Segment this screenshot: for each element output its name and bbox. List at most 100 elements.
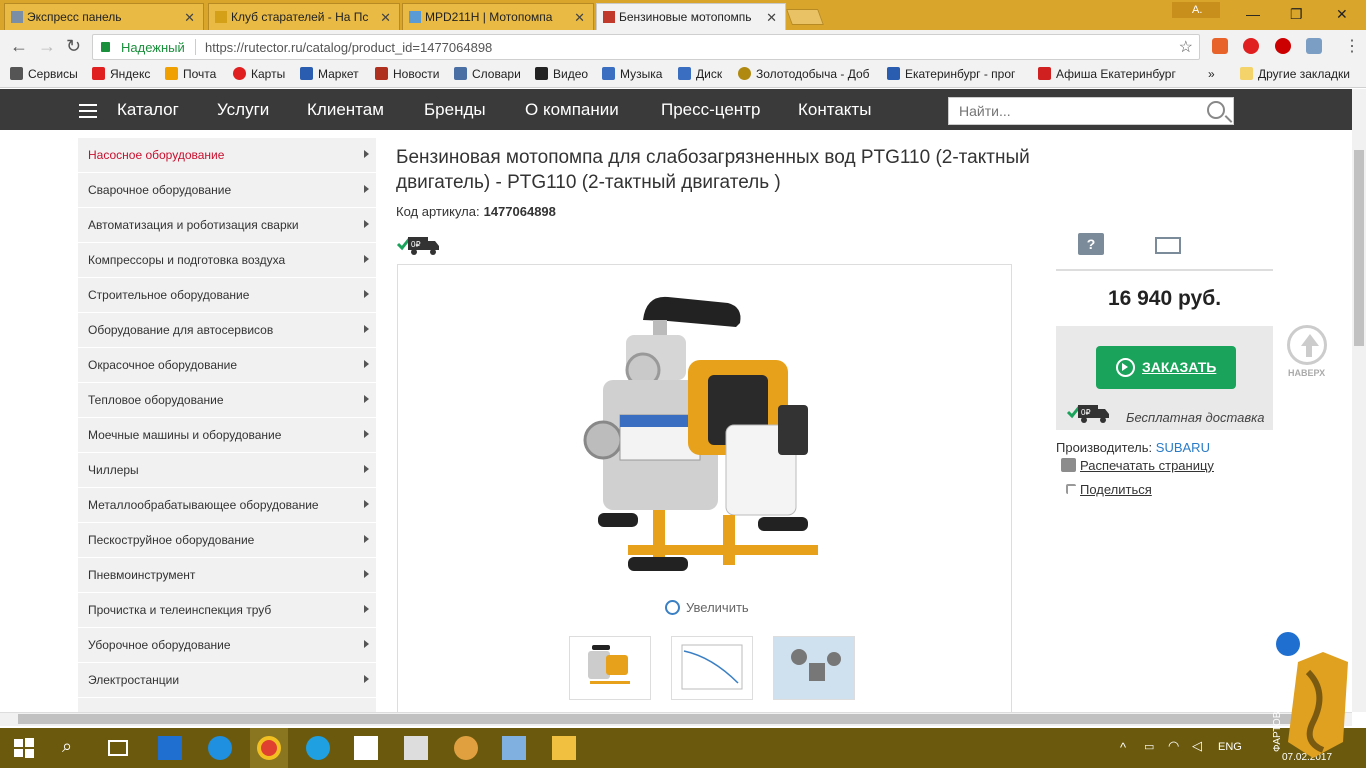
category-item[interactable]: Строительное оборудование bbox=[78, 278, 376, 313]
search-input[interactable] bbox=[949, 98, 1189, 124]
file-explorer-icon[interactable] bbox=[552, 736, 576, 760]
nav-clients[interactable]: Клиентам bbox=[307, 100, 384, 120]
manufacturer-link[interactable]: SUBARU bbox=[1156, 440, 1210, 455]
task-view-icon[interactable] bbox=[108, 740, 128, 756]
paint-icon[interactable] bbox=[454, 736, 478, 760]
nav-contacts[interactable]: Контакты bbox=[798, 100, 871, 120]
wifi-icon[interactable]: ◠ bbox=[1168, 738, 1179, 754]
category-item[interactable]: Электростанции bbox=[78, 663, 376, 698]
bookmarks-more-button[interactable]: » bbox=[1208, 67, 1215, 81]
forward-icon[interactable]: → bbox=[38, 36, 56, 57]
category-item[interactable]: Сварочное оборудование bbox=[78, 173, 376, 208]
nav-catalog[interactable]: Каталог bbox=[117, 100, 179, 120]
opera-icon[interactable] bbox=[1243, 38, 1259, 54]
chevron-right-icon bbox=[364, 465, 369, 473]
category-item[interactable]: Автоматизация и роботизация сварки bbox=[78, 208, 376, 243]
category-item[interactable]: Насосное оборудование bbox=[78, 138, 376, 173]
other-bookmarks[interactable]: Другие закладки bbox=[1240, 67, 1350, 81]
bookmark-news[interactable]: Новости bbox=[375, 67, 439, 81]
window-close-icon[interactable]: ✕ bbox=[1336, 6, 1348, 23]
category-item[interactable]: Компрессоры и подготовка воздуха bbox=[78, 243, 376, 278]
url-text[interactable]: https://rutector.ru/catalog/product_id=1… bbox=[205, 40, 492, 55]
windows-start-icon[interactable] bbox=[12, 736, 36, 760]
bookmark-disk[interactable]: Диск bbox=[678, 67, 722, 81]
chevron-right-icon bbox=[364, 570, 369, 578]
bookmark-yandex[interactable]: Яндекс bbox=[92, 67, 150, 81]
battery-icon[interactable]: ▭ bbox=[1144, 740, 1154, 753]
notes-icon[interactable] bbox=[502, 736, 526, 760]
chrome-icon[interactable] bbox=[257, 736, 281, 760]
category-item[interactable]: Оборудование для автосервисов bbox=[78, 313, 376, 348]
category-item[interactable]: Пескоструйное оборудование bbox=[78, 523, 376, 558]
bookmark-dictionary[interactable]: Словари bbox=[454, 67, 521, 81]
menu-icon[interactable] bbox=[79, 104, 97, 118]
horizontal-scroll-thumb[interactable] bbox=[18, 714, 1336, 724]
maximize-icon[interactable]: ❐ bbox=[1290, 6, 1303, 23]
question-icon[interactable]: ? bbox=[1078, 233, 1104, 255]
nav-services[interactable]: Услуги bbox=[217, 100, 269, 120]
reload-icon[interactable]: ↻ bbox=[66, 36, 81, 57]
bookmark-video[interactable]: Видео bbox=[535, 67, 588, 81]
adblock-icon[interactable] bbox=[1275, 38, 1291, 54]
scroll-top-button[interactable] bbox=[1287, 325, 1327, 365]
user-profile-chip[interactable]: A. bbox=[1172, 2, 1220, 18]
envelope-icon[interactable] bbox=[1155, 237, 1181, 254]
close-icon[interactable]: ✕ bbox=[380, 10, 391, 26]
bookmark-weather[interactable]: Екатеринбург - прог bbox=[887, 67, 1027, 81]
close-icon[interactable]: ✕ bbox=[574, 10, 585, 26]
tab-mpd211h[interactable]: MPD211H | Мотопомпа ✕ bbox=[402, 3, 594, 30]
category-item[interactable]: Моечные машины и оборудование bbox=[78, 418, 376, 453]
tab-current[interactable]: Бензиновые мотопомпь ✕ bbox=[596, 3, 786, 30]
tab-club[interactable]: Клуб старателей - На Пс ✕ bbox=[208, 3, 400, 30]
new-tab-button[interactable] bbox=[786, 9, 824, 25]
bookmark-gold[interactable]: Золотодобыча - Доб bbox=[738, 67, 878, 81]
minimize-icon[interactable]: — bbox=[1246, 6, 1260, 22]
menu-icon[interactable]: ⋮ bbox=[1344, 36, 1360, 56]
category-item[interactable]: Окрасочное оборудование bbox=[78, 348, 376, 383]
bookmark-music[interactable]: Музыка bbox=[602, 67, 662, 81]
tab-express-panel[interactable]: Экспресс панель ✕ bbox=[4, 3, 204, 30]
store-icon[interactable] bbox=[354, 736, 378, 760]
category-item[interactable]: Прочистка и телеинспекция труб bbox=[78, 593, 376, 628]
bookmark-maps[interactable]: Карты bbox=[233, 67, 285, 81]
bookmark-services[interactable]: Сервисы bbox=[10, 67, 78, 81]
language-indicator[interactable]: ENG bbox=[1218, 741, 1242, 753]
defender-icon[interactable] bbox=[158, 736, 182, 760]
fartovy-mascot-logo[interactable]: ФАРТОВЫЙ bbox=[1268, 632, 1358, 762]
extension-icon[interactable] bbox=[1212, 38, 1228, 54]
tray-expand-icon[interactable]: ^ bbox=[1120, 740, 1126, 755]
thumbnail-photo[interactable] bbox=[569, 636, 651, 700]
mail-extension-icon[interactable] bbox=[1306, 38, 1322, 54]
nav-about[interactable]: О компании bbox=[525, 100, 619, 120]
category-item[interactable]: Пневмоинструмент bbox=[78, 558, 376, 593]
print-page-link[interactable]: Распечатать страницу bbox=[1080, 458, 1214, 473]
vertical-scroll-thumb[interactable] bbox=[1354, 150, 1364, 346]
nav-press[interactable]: Пресс-центр bbox=[661, 100, 760, 120]
category-item[interactable]: Металлообрабатывающее оборудование bbox=[78, 488, 376, 523]
thumbnail-accessories[interactable] bbox=[773, 636, 855, 700]
category-item[interactable]: Тепловое оборудование bbox=[78, 383, 376, 418]
close-icon[interactable]: ✕ bbox=[766, 10, 777, 26]
address-bar[interactable]: Надежный https://rutector.ru/catalog/pro… bbox=[92, 34, 1200, 60]
zoom-link[interactable]: Увеличить bbox=[665, 600, 749, 615]
calculator-icon[interactable] bbox=[404, 736, 428, 760]
thumbnail-chart[interactable] bbox=[671, 636, 753, 700]
share-link[interactable]: Поделиться bbox=[1080, 482, 1152, 497]
back-icon[interactable]: ← bbox=[10, 36, 28, 57]
bookmark-star-icon[interactable]: ☆ bbox=[1179, 37, 1193, 57]
search-icon[interactable]: ⌕ bbox=[62, 736, 86, 760]
volume-icon[interactable]: ◁ bbox=[1192, 738, 1202, 754]
bookmark-market[interactable]: Маркет bbox=[300, 67, 359, 81]
order-button[interactable]: ЗАКАЗАТЬ bbox=[1096, 346, 1236, 389]
bookmark-mail[interactable]: Почта bbox=[165, 67, 216, 81]
skype-icon[interactable] bbox=[306, 736, 330, 760]
close-icon[interactable]: ✕ bbox=[184, 10, 195, 26]
category-item[interactable]: Уборочное оборудование bbox=[78, 628, 376, 663]
category-label: Оборудование для автосервисов bbox=[88, 323, 274, 337]
nav-brands[interactable]: Бренды bbox=[424, 100, 486, 120]
bookmark-afisha[interactable]: Афиша Екатеринбург bbox=[1038, 67, 1178, 81]
search-icon[interactable] bbox=[1207, 101, 1225, 119]
category-item[interactable]: Чиллеры bbox=[78, 453, 376, 488]
dictionary-icon bbox=[454, 67, 467, 80]
edge-icon[interactable] bbox=[208, 736, 232, 760]
